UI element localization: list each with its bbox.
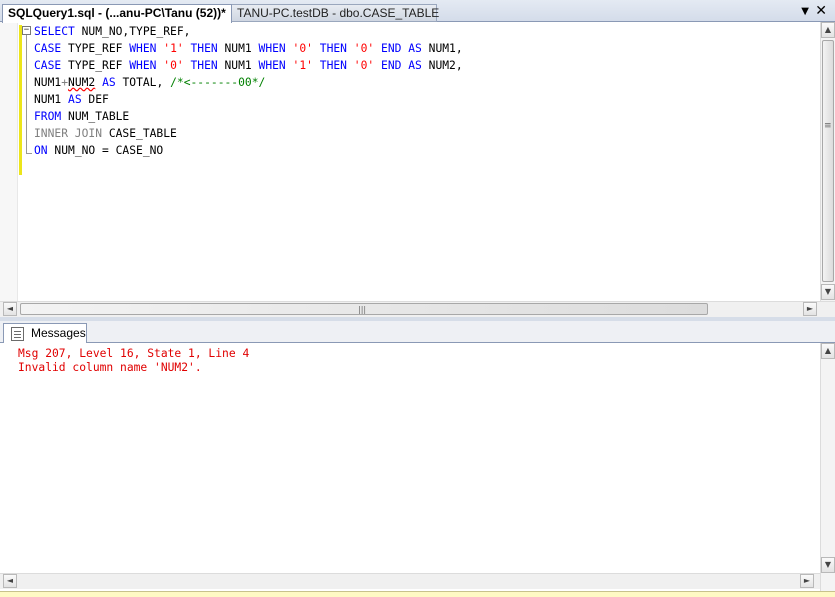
code-line[interactable]: NUM1 AS DEF xyxy=(34,91,463,108)
code-token: END xyxy=(381,59,402,72)
editor-horizontal-scrollbar[interactable]: ◄ ||| ► xyxy=(0,301,835,317)
code-token: CASE xyxy=(34,42,62,55)
tab-messages-label: Messages xyxy=(31,326,86,340)
code-token: END xyxy=(381,42,402,55)
code-token: SELECT xyxy=(34,25,75,38)
change-tracking-bar xyxy=(19,25,22,175)
code-token: WHEN xyxy=(258,42,286,55)
code-line[interactable]: FROM NUM_TABLE xyxy=(34,108,463,125)
code-line[interactable]: NUM1+NUM2 AS TOTAL, /*<-------00*/ xyxy=(34,74,463,91)
close-icon[interactable]: ✕ xyxy=(815,3,827,19)
error-message: Msg 207, Level 16, State 1, Line 4 Inval… xyxy=(18,347,249,375)
code-token: NUM1 xyxy=(34,76,62,89)
code-token: INNER JOIN xyxy=(34,127,103,140)
code-token: '1' xyxy=(292,59,313,72)
code-token: DEF xyxy=(81,93,109,106)
messages-pane[interactable]: Msg 207, Level 16, State 1, Line 4 Inval… xyxy=(0,343,835,591)
editor-vertical-scrollbar[interactable]: ▲ ≡ ▼ xyxy=(820,22,835,301)
code-token: AS xyxy=(102,76,116,89)
scrollbar-grip: ≡ xyxy=(824,121,832,131)
code-token: NUM_TABLE xyxy=(61,110,130,123)
tab-case-table[interactable]: TANU-PC.testDB - dbo.CASE_TABLE xyxy=(232,4,439,22)
code-token: '0' xyxy=(353,42,375,55)
code-token: NUM_NO,TYPE_REF, xyxy=(74,25,191,38)
outline-guide xyxy=(26,35,27,153)
horizontal-scrollbar-grip: ||| xyxy=(358,305,367,314)
chevron-down-icon[interactable]: ▼ xyxy=(801,6,809,17)
code-token: AS xyxy=(408,42,422,55)
messages-scroll-down-button[interactable]: ▼ xyxy=(821,557,835,573)
code-token: '0' xyxy=(353,59,375,72)
editor-margin xyxy=(0,22,18,301)
code-token: ON xyxy=(34,144,48,157)
code-token: '0' xyxy=(163,59,184,72)
code-text[interactable]: SELECT NUM_NO,TYPE_REF, CASE TYPE_REF WHE… xyxy=(34,23,463,159)
code-token: NUM2, xyxy=(421,59,463,72)
code-token: NUM_NO = CASE_NO xyxy=(47,144,164,157)
tab-sqlquery1[interactable]: SQLQuery1.sql - (...anu-PC\Tanu (52))* xyxy=(2,4,232,23)
code-line[interactable]: INNER JOIN CASE_TABLE xyxy=(34,125,463,142)
code-token: TYPE_REF xyxy=(61,59,130,72)
error-message-line: Msg 207, Level 16, State 1, Line 4 xyxy=(18,347,250,360)
code-token: NUM1 xyxy=(217,42,259,55)
code-line[interactable]: SELECT NUM_NO,TYPE_REF, xyxy=(34,23,463,40)
code-token: TYPE_REF xyxy=(61,42,130,55)
code-token: THEN xyxy=(319,42,347,55)
code-token: TOTAL, xyxy=(115,76,171,89)
code-line[interactable]: CASE TYPE_REF WHEN '1' THEN NUM1 WHEN '0… xyxy=(34,40,463,57)
code-token: CASE_TABLE xyxy=(102,127,177,140)
code-token: /*<-------00*/ xyxy=(170,76,266,89)
messages-icon xyxy=(11,327,24,341)
code-token: '1' xyxy=(163,42,184,55)
code-token: AS xyxy=(408,59,422,72)
status-strip xyxy=(0,591,835,597)
messages-scroll-left-button[interactable]: ◄ xyxy=(3,574,17,588)
code-token: WHEN xyxy=(258,59,286,72)
outline-guide-end xyxy=(26,153,32,154)
code-token: FROM xyxy=(34,110,62,123)
scroll-up-button[interactable]: ▲ xyxy=(821,22,835,38)
code-token: '0' xyxy=(292,42,313,55)
code-token: AS xyxy=(68,93,82,106)
code-token: NUM1, xyxy=(421,42,463,55)
code-token: THEN xyxy=(190,59,218,72)
collapse-outline-icon[interactable]: − xyxy=(22,26,31,35)
tab-messages[interactable]: Messages xyxy=(3,323,87,344)
code-token: NUM1 xyxy=(34,93,69,106)
messages-vertical-scrollbar[interactable]: ▲ ▼ xyxy=(820,343,835,591)
code-token: NUM1 xyxy=(217,59,259,72)
code-token: CASE xyxy=(34,59,62,72)
code-token: WHEN xyxy=(129,42,157,55)
document-tab-strip: SQLQuery1.sql - (...anu-PC\Tanu (52))* T… xyxy=(0,0,835,23)
messages-horizontal-scrollbar[interactable]: ◄ ► xyxy=(0,573,820,589)
messages-scroll-right-button[interactable]: ► xyxy=(800,574,814,588)
error-message-line: Invalid column name 'NUM2'. xyxy=(18,361,202,374)
code-token: THEN xyxy=(190,42,218,55)
code-line[interactable]: ON NUM_NO = CASE_NO xyxy=(34,142,463,159)
code-token: NUM2 xyxy=(68,76,96,89)
code-token: THEN xyxy=(319,59,347,72)
messages-scroll-up-button[interactable]: ▲ xyxy=(821,343,835,359)
scroll-left-button[interactable]: ◄ xyxy=(3,302,17,316)
results-tab-strip: Messages xyxy=(0,321,835,344)
scrollbar-thumb[interactable] xyxy=(822,40,834,282)
code-token: WHEN xyxy=(129,59,157,72)
code-line[interactable]: CASE TYPE_REF WHEN '0' THEN NUM1 WHEN '1… xyxy=(34,57,463,74)
scroll-right-button[interactable]: ► xyxy=(803,302,817,316)
scroll-down-button[interactable]: ▼ xyxy=(821,284,835,300)
query-editor[interactable]: − SELECT NUM_NO,TYPE_REF, CASE TYPE_REF W… xyxy=(0,22,835,301)
code-token: + xyxy=(61,76,69,89)
